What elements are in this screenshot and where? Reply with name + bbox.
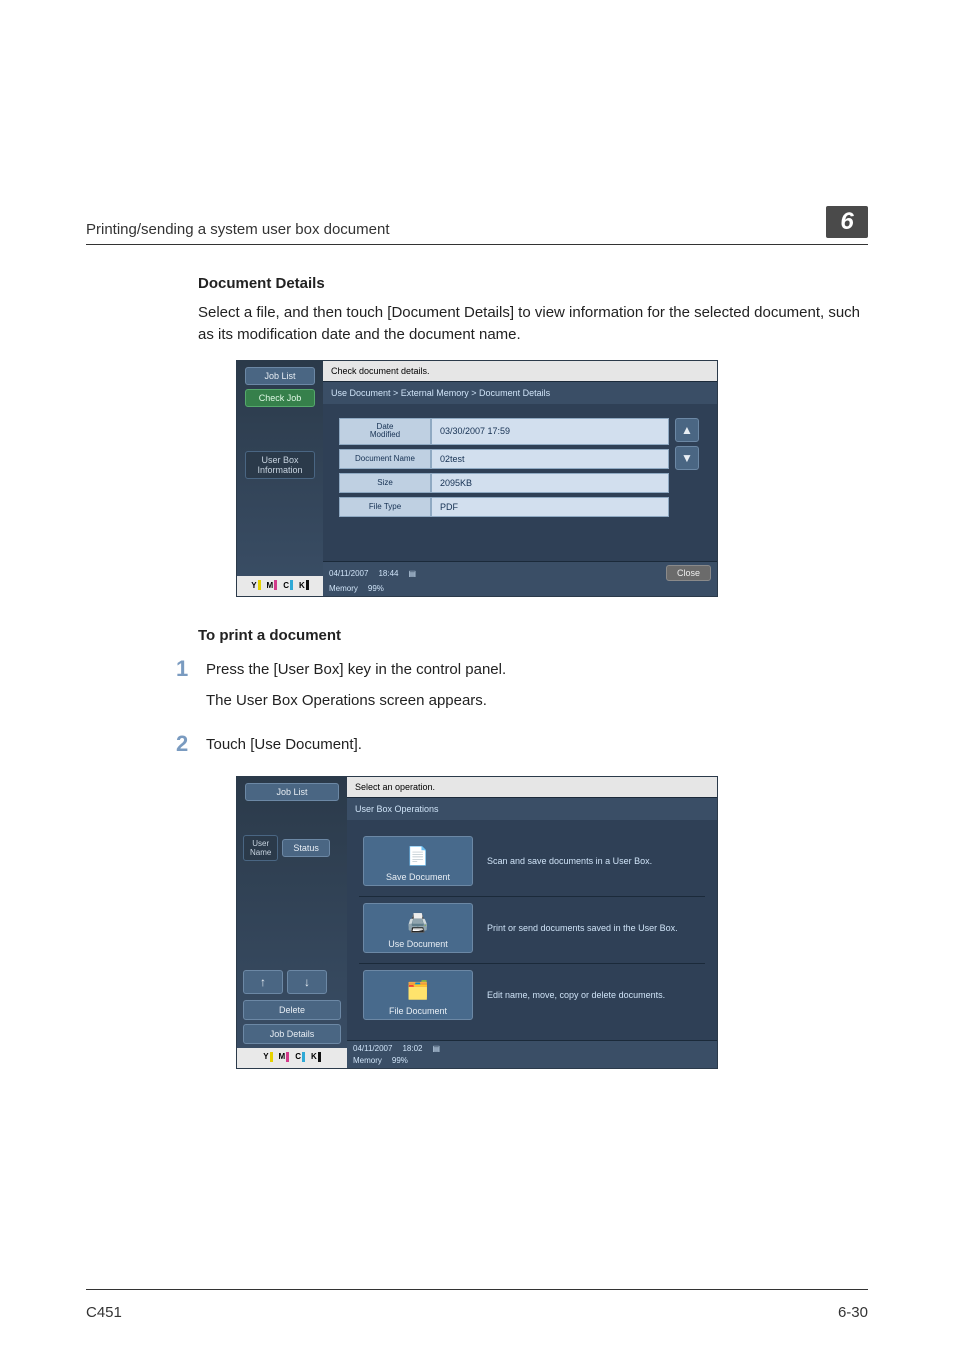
toner-k: K xyxy=(311,1052,317,1061)
scroll-down-button[interactable]: ▼ xyxy=(675,446,699,470)
field-row: File Type PDF xyxy=(339,497,669,517)
op-label: Save Document xyxy=(364,872,472,882)
use-document-icon: 🖨️ xyxy=(404,912,432,936)
memory-value: 99% xyxy=(368,584,384,593)
breadcrumb: Use Document > External Memory > Documen… xyxy=(323,381,717,404)
status-date: 04/11/2007 xyxy=(329,569,368,578)
modem-icon: ▤ xyxy=(408,569,416,578)
file-document-button[interactable]: 🗂️ File Document xyxy=(363,970,473,1020)
toner-status: Y M C K xyxy=(237,576,323,596)
field-label-date-modified: Date Modified xyxy=(339,418,431,446)
field-label-size: Size xyxy=(339,473,431,493)
step-text: Touch [Use Document]. xyxy=(206,733,868,756)
status-bar: 04/11/2007 18:02 ▤ xyxy=(347,1040,717,1056)
operation-row-file: 🗂️ File Document Edit name, move, copy o… xyxy=(359,964,705,1030)
save-document-icon: 📄 xyxy=(404,845,432,869)
scroll-up-button[interactable]: ▲ xyxy=(675,418,699,442)
status-bar-2: Memory 99% xyxy=(323,584,717,596)
step-text: The User Box Operations screen appears. xyxy=(206,689,868,712)
step-number: 2 xyxy=(176,733,206,764)
toner-c: C xyxy=(295,1052,301,1061)
toner-m: M xyxy=(267,581,274,590)
field-value-document-name: 02test xyxy=(431,449,669,469)
screenshot-document-details: Job List Check Job User Box Information … xyxy=(236,360,718,598)
toner-status: Y M C K xyxy=(237,1048,347,1068)
step-2: 2 Touch [Use Document]. xyxy=(176,733,868,764)
step-number: 1 xyxy=(176,658,206,721)
op-desc: Scan and save documents in a User Box. xyxy=(487,856,701,866)
field-row: Document Name 02test xyxy=(339,449,669,469)
modem-icon: ▤ xyxy=(432,1044,440,1053)
memory-value: 99% xyxy=(392,1056,408,1065)
user-box-info-button[interactable]: User Box Information xyxy=(245,451,315,479)
save-document-button[interactable]: 📄 Save Document xyxy=(363,836,473,886)
status-time: 18:44 xyxy=(378,569,398,578)
status-bar: 04/11/2007 18:44 ▤ Close xyxy=(323,561,717,584)
operation-row-use: 🖨️ Use Document Print or send documents … xyxy=(359,897,705,964)
close-button[interactable]: Close xyxy=(666,565,711,581)
header-title: Printing/sending a system user box docum… xyxy=(86,221,390,238)
field-row: Date Modified 03/30/2007 17:59 xyxy=(339,418,669,446)
page-footer: C451 6-30 xyxy=(86,1298,868,1341)
status-bar-2: Memory 99% xyxy=(347,1056,717,1068)
operation-row-save: 📄 Save Document Scan and save documents … xyxy=(359,830,705,897)
field-value-size: 2095KB xyxy=(431,473,669,493)
job-list-button[interactable]: Job List xyxy=(245,783,339,801)
screenshot-user-box-operations: Job List User Name Status ↑ ↓ Delete Job… xyxy=(236,776,718,1069)
chapter-badge: 6 xyxy=(826,206,868,238)
op-label: Use Document xyxy=(364,939,472,949)
memory-label: Memory xyxy=(353,1056,382,1065)
step-1: 1 Press the [User Box] key in the contro… xyxy=(176,658,868,721)
field-row: Size 2095KB xyxy=(339,473,669,493)
field-value-file-type: PDF xyxy=(431,497,669,517)
use-document-button[interactable]: 🖨️ Use Document xyxy=(363,903,473,953)
field-label-file-type: File Type xyxy=(339,497,431,517)
section-title: Document Details xyxy=(198,275,868,292)
arrow-up-button[interactable]: ↑ xyxy=(243,970,283,994)
footer-left: C451 xyxy=(86,1304,122,1321)
op-desc: Print or send documents saved in the Use… xyxy=(487,923,701,933)
arrow-down-button[interactable]: ↓ xyxy=(287,970,327,994)
toner-m: M xyxy=(279,1052,286,1061)
user-name-label: User Name xyxy=(243,835,278,861)
toner-k: K xyxy=(299,581,305,590)
subheading: To print a document xyxy=(198,627,868,644)
file-document-icon: 🗂️ xyxy=(404,979,432,1003)
op-desc: Edit name, move, copy or delete document… xyxy=(487,990,701,1000)
page-header: Printing/sending a system user box docum… xyxy=(86,0,868,238)
field-value-date-modified: 03/30/2007 17:59 xyxy=(431,418,669,446)
status-date: 04/11/2007 xyxy=(353,1044,392,1053)
footer-rule xyxy=(86,1289,868,1290)
toner-c: C xyxy=(283,581,289,590)
field-label-document-name: Document Name xyxy=(339,449,431,469)
job-details-button[interactable]: Job Details xyxy=(243,1024,341,1044)
ss1-titlebar: Check document details. xyxy=(323,361,717,381)
delete-button[interactable]: Delete xyxy=(243,1000,341,1020)
header-rule xyxy=(86,244,868,245)
check-job-button[interactable]: Check Job xyxy=(245,389,315,407)
footer-right: 6-30 xyxy=(838,1304,868,1321)
job-list-button[interactable]: Job List xyxy=(245,367,315,385)
section-paragraph: Select a file, and then touch [Document … xyxy=(198,302,868,346)
memory-label: Memory xyxy=(329,584,358,593)
status-time: 18:02 xyxy=(402,1044,422,1053)
status-button[interactable]: Status xyxy=(282,839,330,857)
toner-y: Y xyxy=(251,581,256,590)
toner-y: Y xyxy=(263,1052,268,1061)
step-text: Press the [User Box] key in the control … xyxy=(206,658,868,681)
op-label: File Document xyxy=(364,1006,472,1016)
subtitle: User Box Operations xyxy=(347,797,717,820)
ss2-titlebar: Select an operation. xyxy=(347,777,717,797)
